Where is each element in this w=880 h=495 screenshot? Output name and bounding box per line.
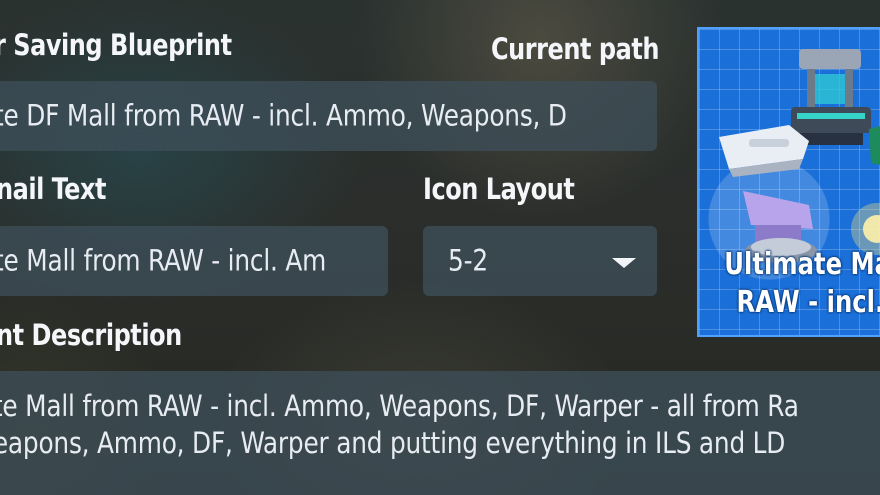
description-line-1: te Mall from RAW - incl. Ammo, Weapons, … bbox=[0, 389, 799, 423]
blueprint-name-input[interactable]: te DF Mall from RAW - incl. Ammo, Weapon… bbox=[0, 81, 657, 151]
icon-layout-dropdown[interactable]: 5-2 bbox=[423, 226, 657, 296]
description-label: nt Description bbox=[0, 318, 182, 352]
current-path-button[interactable]: Current path bbox=[491, 32, 659, 66]
icon-layout-value: 5-2 bbox=[448, 243, 488, 278]
thumbnail-caption-line-2: RAW - incl. A bbox=[736, 285, 880, 320]
blueprint-name-value: te DF Mall from RAW - incl. Ammo, Weapon… bbox=[0, 98, 567, 133]
chevron-down-icon bbox=[612, 258, 636, 268]
thumbnail-text-input[interactable]: te Mall from RAW - incl. Am bbox=[0, 226, 388, 296]
description-textarea[interactable]: te Mall from RAW - incl. Ammo, Weapons, … bbox=[0, 371, 880, 495]
description-line-2: eapons, Ammo, DF, Warper and putting eve… bbox=[0, 426, 786, 460]
thumbnail-caption-line-1: Ultimate Mall bbox=[724, 247, 880, 282]
thumbnail-text-value: te Mall from RAW - incl. Am bbox=[0, 243, 327, 278]
blueprint-name-label: r Saving Blueprint bbox=[0, 28, 232, 62]
blueprint-thumbnail-preview[interactable]: Ultimate Mall RAW - incl. A bbox=[697, 27, 880, 337]
thumbnail-text-label: nail Text bbox=[0, 172, 107, 206]
assembler-icon bbox=[791, 49, 871, 145]
icon-layout-label: Icon Layout bbox=[423, 172, 575, 206]
conveyor-icon bbox=[719, 125, 809, 177]
